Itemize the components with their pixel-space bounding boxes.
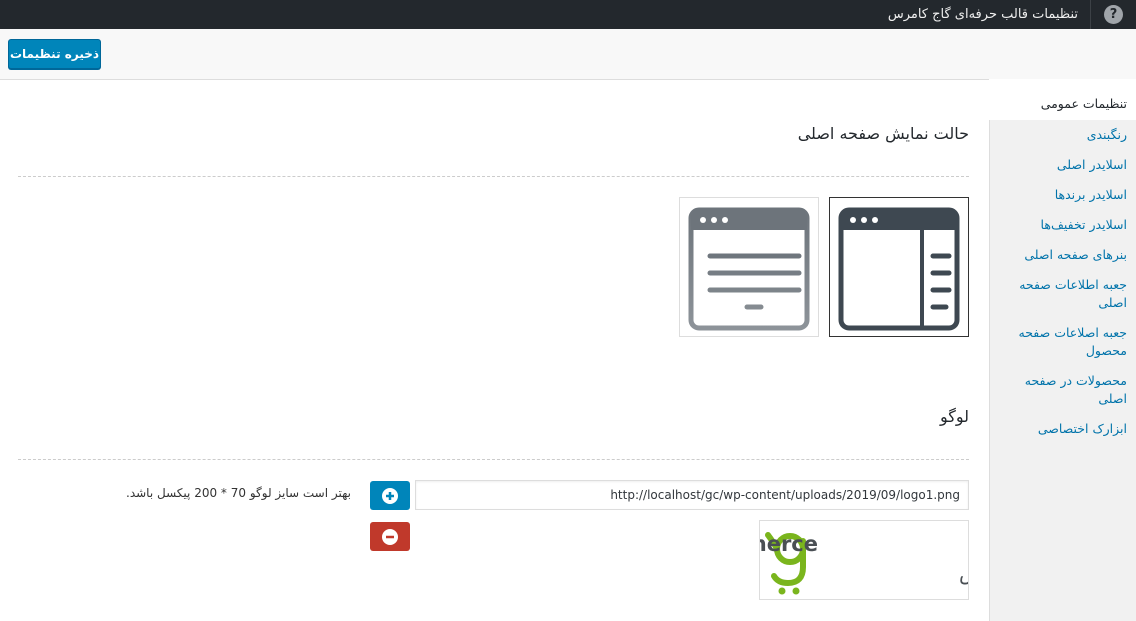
options-header: ذخیره تنظیمات [0, 29, 1136, 80]
logo-wordmark: gajcommerce [760, 532, 818, 556]
sidebar-item-home-info-box[interactable]: جعبه اطلاعات صفحه اصلی [990, 270, 1136, 318]
sidebar-item-home-products[interactable]: محصولات در صفحه اصلی [990, 366, 1136, 414]
logo-preview: gajcommerce گـاج کـامـرس [660, 520, 1074, 600]
plus-circle-icon [382, 487, 398, 504]
sidebar-item-general[interactable]: تنظیمات عمومی [989, 79, 1136, 120]
layout-option-full-width[interactable] [679, 197, 819, 337]
logo-wordmark-fa: گـاج کـامـرس [959, 561, 968, 585]
save-settings-button[interactable]: ذخیره تنظیمات [8, 39, 101, 69]
logo-url-input[interactable]: http://localhost/gc/wp-content/uploads/2… [415, 480, 969, 510]
section-divider [18, 459, 969, 460]
sidebar-item-product-info-box[interactable]: جعبه اصلاعات صفحه محصول [990, 318, 1136, 366]
gajcommerce-logo: gajcommerce گـاج کـامـرس [660, 532, 1074, 595]
full-width-layout-icon [688, 207, 810, 331]
sidebar-item-colors[interactable]: رنگبندی [990, 120, 1136, 150]
admin-top-bar: ? تنظیمات قالب حرفه‌ای گاج کامرس [0, 0, 1136, 29]
section-divider [18, 176, 969, 177]
logo-size-hint: بهتر است سایز لوگو 70 * 200 پیکسل باشد. [126, 486, 351, 500]
sidebar-item-discount-slider[interactable]: اسلایدر تخفیف‌ها [990, 210, 1136, 240]
remove-logo-button[interactable] [370, 522, 410, 551]
minus-circle-icon [382, 528, 398, 545]
help-icon: ? [1104, 5, 1123, 24]
sidebar-item-home-banners[interactable]: بنرهای صفحه اصلی [990, 240, 1136, 270]
layout-option-sidebar[interactable] [829, 197, 969, 337]
settings-main: حالت نمایش صفحه اصلی لوگو http://localho… [0, 80, 1074, 621]
logo-section-title: لوگو [939, 407, 969, 426]
sidebar-item-brands-slider[interactable]: اسلایدر برندها [990, 180, 1136, 210]
sidebar-item-custom-widget[interactable]: ابزارک اختصاصی [990, 414, 1136, 444]
upload-logo-button[interactable] [370, 481, 410, 510]
homepage-mode-title: حالت نمایش صفحه اصلی [797, 124, 969, 143]
sidebar-layout-icon [838, 207, 960, 331]
top-bar-title[interactable]: تنظیمات قالب حرفه‌ای گاج کامرس [888, 0, 1078, 29]
sidebar-item-main-slider[interactable]: اسلایدر اصلی [990, 150, 1136, 180]
settings-sidebar: تنظیمات عمومی رنگبندی اسلایدر اصلی اسلای… [989, 79, 1136, 621]
help-button[interactable]: ? [1090, 0, 1136, 29]
